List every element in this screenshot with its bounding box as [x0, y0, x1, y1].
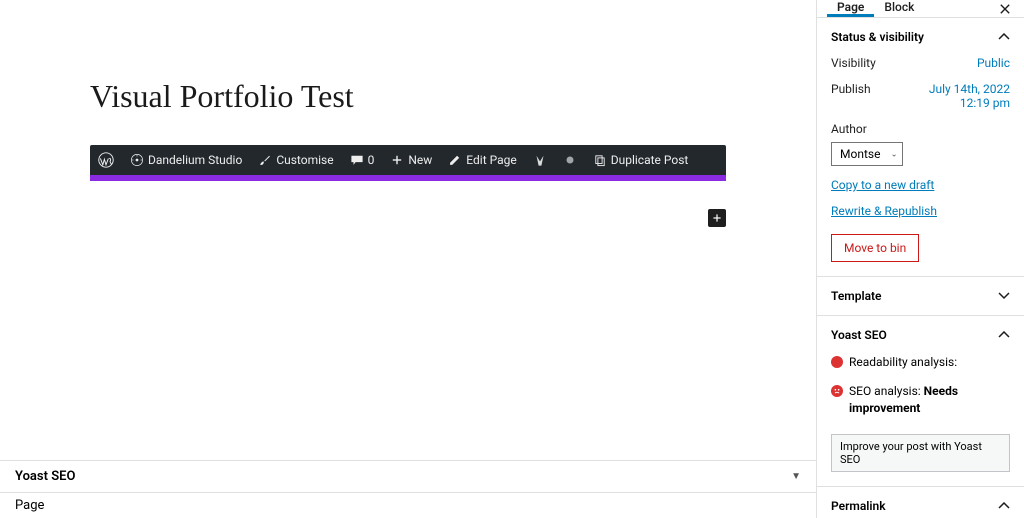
duplicate-post-item[interactable]: Duplicate Post: [585, 145, 697, 175]
panel-permalink-title: Permalink: [831, 499, 886, 513]
chevron-up-icon: [998, 502, 1010, 510]
visibility-label: Visibility: [831, 56, 876, 70]
pencil-icon: [448, 153, 462, 167]
customise-label: Customise: [276, 153, 333, 167]
page-title[interactable]: Visual Portfolio Test: [90, 78, 726, 115]
seo-analysis-row[interactable]: SEO analysis: Needs improvement: [831, 383, 1010, 417]
move-to-bin-button[interactable]: Move to bin: [831, 234, 919, 262]
comment-icon: [350, 153, 364, 167]
sidebar-tabs: Page Block: [817, 0, 1024, 18]
site-name-item[interactable]: Dandelium Studio: [122, 145, 250, 175]
panel-yoast-seo: Yoast SEO Readability analysis: SEO anal…: [817, 316, 1024, 487]
author-select-value: Montse: [831, 142, 903, 166]
chevron-up-icon: [998, 33, 1010, 41]
publish-value[interactable]: July 14th, 2022 12:19 pm: [900, 82, 1010, 110]
dashboard-icon: [130, 153, 144, 167]
readability-row[interactable]: Readability analysis:: [831, 354, 1010, 371]
breadcrumb[interactable]: Page: [0, 493, 816, 518]
panel-permalink: Permalink URL Slug: [817, 487, 1024, 518]
red-bullet-icon: [831, 356, 843, 368]
wp-logo[interactable]: [90, 145, 122, 175]
close-sidebar-button[interactable]: [986, 0, 1024, 17]
publish-label: Publish: [831, 82, 871, 96]
edit-page-item[interactable]: Edit Page: [440, 145, 524, 175]
yoast-icon: [533, 153, 547, 167]
customise-item[interactable]: Customise: [250, 145, 341, 175]
panel-template-title: Template: [831, 289, 882, 303]
seo-analysis-text: SEO analysis: Needs improvement: [849, 383, 1010, 417]
bottom-metaboxes: Yoast SEO ▼ Page: [0, 460, 816, 518]
comments-item[interactable]: 0: [342, 145, 383, 175]
panel-status-visibility: Status & visibility Visibility Public Pu…: [817, 18, 1024, 277]
circle-icon: [563, 153, 577, 167]
panel-status-title: Status & visibility: [831, 30, 924, 44]
misc-icon-2[interactable]: [555, 145, 585, 175]
publish-row[interactable]: Publish July 14th, 2022 12:19 pm: [831, 82, 1010, 110]
panel-status-header[interactable]: Status & visibility: [817, 18, 1024, 56]
site-name-label: Dandelium Studio: [148, 153, 242, 167]
sad-face-icon: [831, 385, 843, 397]
yoast-metabox-title: Yoast SEO: [15, 469, 75, 484]
rewrite-republish-link[interactable]: Rewrite & Republish: [831, 204, 1010, 218]
panel-yoast-title: Yoast SEO: [831, 328, 887, 342]
edit-page-label: Edit Page: [466, 153, 516, 167]
panel-template-header[interactable]: Template: [817, 277, 1024, 315]
visibility-value[interactable]: Public: [977, 56, 1010, 70]
plus-icon: [390, 153, 404, 167]
panel-yoast-header[interactable]: Yoast SEO: [817, 316, 1024, 354]
editor-main: Visual Portfolio Test Dandelium Studio C…: [0, 0, 816, 518]
copy-icon: [593, 153, 607, 167]
copy-draft-link[interactable]: Copy to a new draft: [831, 178, 1010, 192]
chevron-down-icon: [998, 292, 1010, 300]
improve-yoast-button[interactable]: Improve your post with Yoast SEO: [831, 434, 1010, 472]
chevron-down-icon: ▼: [791, 471, 801, 482]
yoast-metabox-header[interactable]: Yoast SEO ▼: [0, 461, 816, 493]
panel-template: Template: [817, 277, 1024, 316]
add-block-button[interactable]: [708, 209, 726, 227]
tab-page[interactable]: Page: [827, 0, 874, 17]
misc-icon-1[interactable]: [525, 145, 555, 175]
readability-label: Readability analysis:: [849, 354, 957, 371]
author-select[interactable]: Montse ⌄: [831, 142, 903, 166]
duplicate-label: Duplicate Post: [611, 153, 689, 167]
wp-admin-bar: Dandelium Studio Customise 0: [90, 145, 726, 175]
panel-permalink-header[interactable]: Permalink: [817, 487, 1024, 518]
breadcrumb-label: Page: [15, 498, 44, 513]
new-label: New: [408, 153, 432, 167]
author-field: Author Montse ⌄: [831, 122, 1010, 166]
settings-sidebar: Page Block Status & visibility Visibilit…: [816, 0, 1024, 518]
visibility-row[interactable]: Visibility Public: [831, 56, 1010, 70]
chevron-up-icon: [998, 331, 1010, 339]
tab-block[interactable]: Block: [874, 0, 924, 17]
brush-icon: [258, 153, 272, 167]
new-item[interactable]: New: [382, 145, 440, 175]
comments-count: 0: [368, 153, 375, 167]
author-label: Author: [831, 122, 1010, 136]
